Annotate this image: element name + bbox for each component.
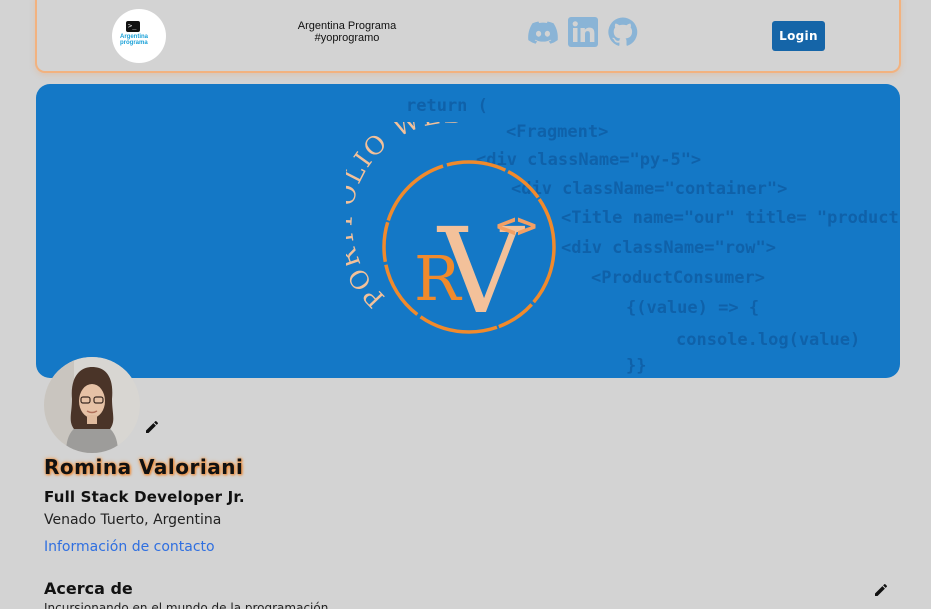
logo-text: Argentina programa xyxy=(120,34,149,46)
terminal-icon xyxy=(126,21,140,32)
code-line: }} xyxy=(626,356,647,376)
linkedin-icon[interactable] xyxy=(567,16,599,48)
edit-profile-icon[interactable] xyxy=(145,419,159,433)
avatar-photo xyxy=(44,357,140,453)
login-button[interactable]: Login xyxy=(772,21,825,51)
profile-avatar xyxy=(44,357,140,453)
portfolio-emblem: PORTFOLIO WEB R V <> xyxy=(346,122,556,340)
brand-line2: #yoprogramo xyxy=(314,32,380,44)
argentina-programa-logo[interactable]: Argentina programa xyxy=(112,9,166,63)
code-line: {(value) => { xyxy=(626,298,760,318)
profile-role: Full Stack Developer Jr. xyxy=(44,488,245,506)
discord-icon[interactable] xyxy=(527,16,559,48)
portfolio-banner: return ( <Fragment> <div className="py-5… xyxy=(36,84,900,378)
about-heading: Acerca de xyxy=(44,579,133,598)
code-line: <div className="row"> xyxy=(561,238,776,258)
edit-about-icon[interactable] xyxy=(874,582,888,596)
contact-info-link[interactable]: Información de contacto xyxy=(44,539,215,555)
profile-name: Romina Valoriani xyxy=(44,455,244,479)
about-text: Incursionando en el mundo de la programa… xyxy=(44,601,329,609)
brand-line1: Argentina Programa xyxy=(297,20,397,32)
github-icon[interactable] xyxy=(607,16,639,48)
code-line: <Title name="our" title= "products" xyxy=(561,208,900,228)
navbar: Argentina programa Argentina Programa #y… xyxy=(35,0,901,73)
profile-location: Venado Tuerto, Argentina xyxy=(44,512,222,528)
emblem-code-mark: <> xyxy=(496,206,537,246)
code-line: return ( xyxy=(406,96,488,116)
code-line: <ProductConsumer> xyxy=(591,268,765,288)
brand-title: Argentina Programa #yoprogramo xyxy=(272,20,422,44)
code-line: console.log(value) xyxy=(676,330,861,350)
